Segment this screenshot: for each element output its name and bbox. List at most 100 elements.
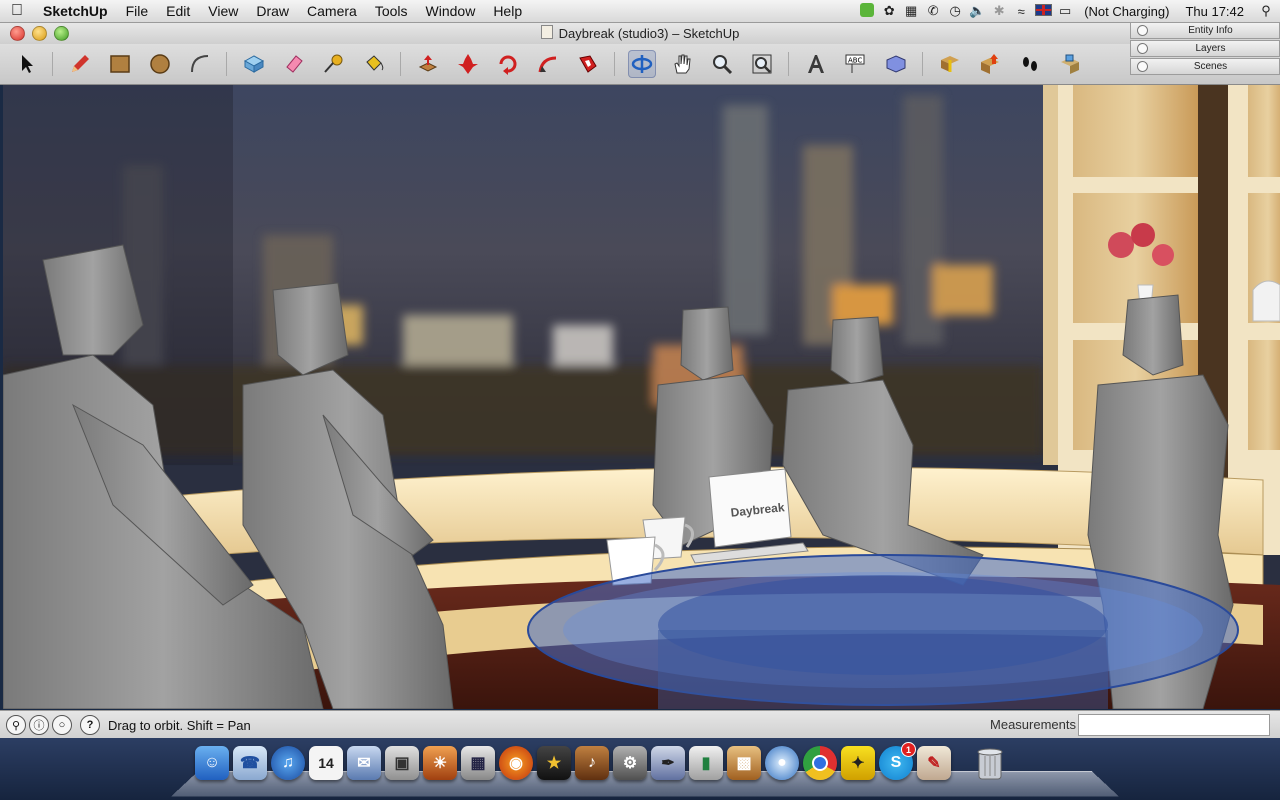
pencil-tool-icon[interactable] — [66, 50, 94, 78]
rectangle-tool-icon[interactable] — [106, 50, 134, 78]
firefox-icon[interactable]: ◉ — [499, 746, 533, 780]
menu-help[interactable]: Help — [484, 0, 531, 22]
garageband-icon[interactable]: ♪ — [575, 746, 609, 780]
numbers-icon[interactable]: ▮ — [689, 746, 723, 780]
help-icon[interactable]: ? — [80, 715, 100, 735]
position-camera-icon[interactable] — [1056, 50, 1084, 78]
toolbar-separator — [614, 52, 615, 76]
keynote-icon[interactable]: ▩ — [727, 746, 761, 780]
3d-text-icon[interactable] — [802, 50, 830, 78]
arc-tool-icon[interactable] — [186, 50, 214, 78]
zoom-tool-icon[interactable] — [708, 50, 736, 78]
system-preferences-icon[interactable]: ⚙ — [613, 746, 647, 780]
battery-status[interactable]: (Not Charging) — [1076, 4, 1177, 19]
floating-panels: Entity Info Layers Scenes — [1130, 22, 1280, 76]
push-pull-icon[interactable] — [414, 50, 442, 78]
apple-menu-icon[interactable]:  — [0, 2, 34, 20]
trash-icon[interactable] — [973, 746, 1007, 780]
text-label-icon[interactable]: ABC — [842, 50, 870, 78]
status-bar: ⚲ ⓘ ○ ? Drag to orbit. Shift = Pan Measu… — [0, 710, 1280, 739]
panel-entity-info[interactable]: Entity Info — [1130, 22, 1280, 39]
toolbar-separator — [922, 52, 923, 76]
menu-app-name[interactable]: SketchUp — [34, 0, 117, 22]
iphoto-icon[interactable]: ☀ — [423, 746, 457, 780]
dvd-player-icon[interactable]: ● — [765, 746, 799, 780]
sketchup-icon[interactable]: ✎ — [917, 746, 951, 780]
toolbar-separator — [226, 52, 227, 76]
model-viewport[interactable]: Daybreak — [3, 85, 1280, 709]
offset-tool-icon[interactable] — [574, 50, 602, 78]
select-tool-icon[interactable] — [13, 50, 41, 78]
share-model-icon[interactable] — [976, 50, 1004, 78]
menu-camera[interactable]: Camera — [298, 0, 366, 22]
orbit-tool-icon[interactable] — [628, 50, 656, 78]
measurements-input[interactable] — [1078, 714, 1270, 736]
imovie-icon[interactable]: ★ — [537, 746, 571, 780]
window-title-wrap: Daybreak (studio3) – SketchUp — [0, 25, 1280, 41]
tape-measure-icon[interactable] — [320, 50, 348, 78]
credits-icon[interactable]: ⓘ — [29, 715, 49, 735]
itunes-icon[interactable]: ♫ — [271, 746, 305, 780]
walk-tool-icon[interactable] — [1016, 50, 1044, 78]
follow-me-icon[interactable] — [534, 50, 562, 78]
panel-label: Layers — [1195, 43, 1226, 54]
panel-scenes[interactable]: Scenes — [1130, 58, 1280, 75]
menu-edit[interactable]: Edit — [157, 0, 199, 22]
dock-icons: ☺ ☎ ♫ 14 ✉ ▣ ☀ ▦ ◉ ★ ♪ ⚙ ✒ ▮ ▩ ● ✦ S1 ✎ — [195, 742, 1007, 780]
eraser-tool-icon[interactable] — [280, 50, 308, 78]
time-machine-icon[interactable]: ◷ — [944, 3, 966, 19]
menu-window[interactable]: Window — [417, 0, 485, 22]
battery-icon[interactable]: ▭ — [1054, 3, 1076, 19]
menu-draw[interactable]: Draw — [247, 0, 298, 22]
panel-toggle-icon[interactable] — [1137, 61, 1148, 72]
clock[interactable]: Thu 17:42 — [1177, 4, 1252, 19]
chrome-icon[interactable] — [803, 746, 837, 780]
grid-icon[interactable]: ▦ — [900, 3, 922, 19]
pan-tool-icon[interactable] — [668, 50, 696, 78]
menu-tools[interactable]: Tools — [366, 0, 417, 22]
flag-icon[interactable] — [1032, 3, 1054, 19]
ichat-icon[interactable]: ☎ — [233, 746, 267, 780]
evernote-icon[interactable] — [856, 2, 878, 20]
tweetie-icon[interactable]: ✦ — [841, 746, 875, 780]
zoom-extents-icon[interactable] — [748, 50, 776, 78]
dock: ☺ ☎ ♫ 14 ✉ ▣ ☀ ▦ ◉ ★ ♪ ⚙ ✒ ▮ ▩ ● ✦ S1 ✎ — [0, 738, 1280, 800]
toolbar-separator — [52, 52, 53, 76]
get-models-icon[interactable] — [936, 50, 964, 78]
window-title: Daybreak (studio3) – SketchUp — [558, 26, 740, 41]
panel-layers[interactable]: Layers — [1130, 40, 1280, 57]
panel-toggle-icon[interactable] — [1137, 25, 1148, 36]
panel-label: Entity Info — [1188, 25, 1233, 36]
phone-icon[interactable]: ✆ — [922, 3, 944, 19]
script-editor-icon[interactable]: ✒ — [651, 746, 685, 780]
toolbar-separator — [400, 52, 401, 76]
paw-icon[interactable]: ✿ — [878, 3, 900, 19]
dashboard-icon[interactable]: ▦ — [461, 746, 495, 780]
toolbar-separator — [788, 52, 789, 76]
menu-view[interactable]: View — [199, 0, 247, 22]
menu-extras: ✿ ▦ ✆ ◷ 🔈 ✱ ≈ ▭ (Not Charging) Thu 17:42… — [856, 0, 1280, 22]
volume-icon[interactable]: 🔈 — [966, 3, 988, 19]
toolbar: ABC — [0, 44, 1280, 85]
finder-icon[interactable]: ☺ — [195, 746, 229, 780]
circle-tool-icon[interactable] — [146, 50, 174, 78]
section-plane-icon[interactable] — [882, 50, 910, 78]
paint-bucket-icon[interactable] — [360, 50, 388, 78]
make-component-icon[interactable] — [240, 50, 268, 78]
wifi-icon[interactable]: ≈ — [1010, 4, 1032, 19]
rotate-tool-icon[interactable] — [494, 50, 522, 78]
scene-render: Daybreak — [3, 85, 1280, 709]
bluetooth-icon[interactable]: ✱ — [988, 3, 1010, 19]
geo-location-icon[interactable]: ⚲ — [6, 715, 26, 735]
spotlight-icon[interactable]: ⚲ — [1252, 3, 1280, 19]
skype-icon[interactable]: S1 — [879, 742, 916, 780]
preview-icon[interactable]: ▣ — [385, 746, 419, 780]
mail-icon[interactable]: ✉ — [347, 746, 381, 780]
ical-icon[interactable]: 14 — [309, 746, 343, 780]
menu-file[interactable]: File — [117, 0, 158, 22]
move-tool-icon[interactable] — [454, 50, 482, 78]
window-titlebar: Daybreak (studio3) – SketchUp — [0, 22, 1280, 44]
document-icon[interactable] — [540, 25, 553, 39]
panel-toggle-icon[interactable] — [1137, 43, 1148, 54]
user-icon[interactable]: ○ — [52, 715, 72, 735]
